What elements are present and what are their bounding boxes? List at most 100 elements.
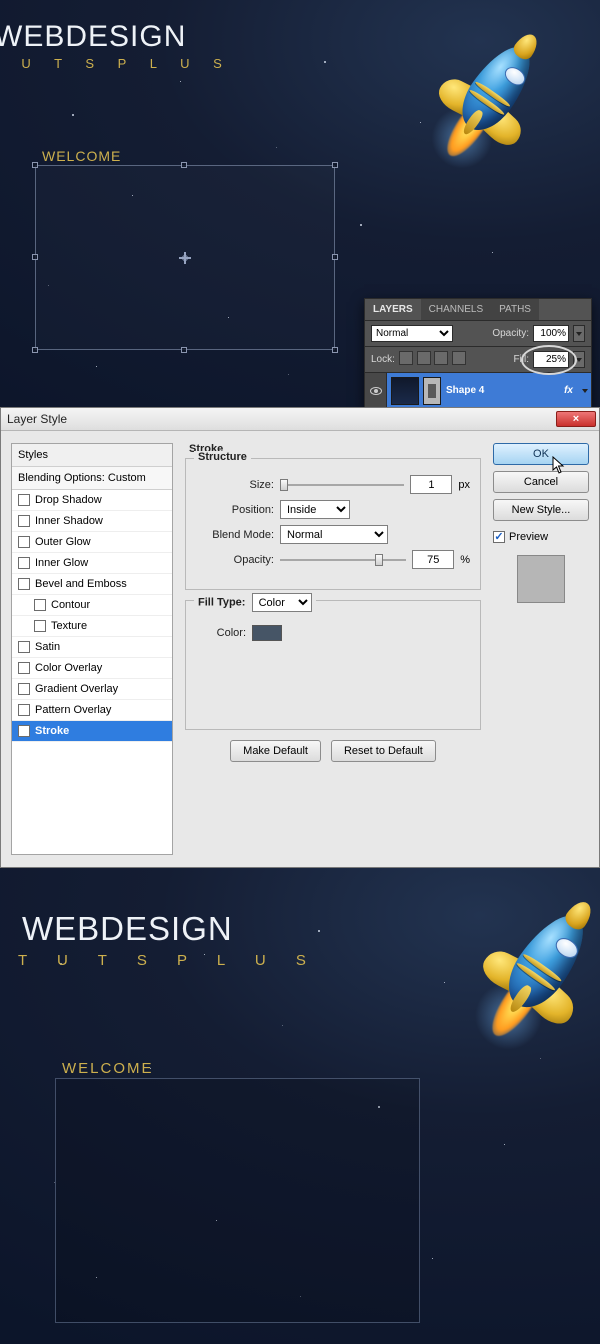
handle-nw[interactable]: [32, 162, 38, 168]
style-drop-shadow[interactable]: Drop Shadow: [12, 490, 172, 511]
welcome-label: WELCOME: [62, 1060, 154, 1077]
tab-layers[interactable]: LAYERS: [365, 299, 421, 320]
canvas-bottom: WEBDESIGN T U T S P L U S WELCOME: [0, 868, 600, 1344]
new-style-button[interactable]: New Style...: [493, 499, 589, 521]
style-gradient-overlay[interactable]: Gradient Overlay: [12, 679, 172, 700]
layer-thumbnail[interactable]: [391, 377, 419, 405]
transform-pivot[interactable]: [179, 252, 191, 264]
handle-e[interactable]: [332, 254, 338, 260]
size-slider[interactable]: [280, 478, 404, 492]
structure-group: Structure Size: px Position: Inside Blen…: [185, 458, 481, 590]
blendmode-select[interactable]: Normal: [280, 525, 388, 544]
style-inner-shadow[interactable]: Inner Shadow: [12, 511, 172, 532]
checkbox-contour[interactable]: [34, 599, 46, 611]
stroke-opacity-input[interactable]: [412, 550, 454, 569]
rocket-illustration: [496, 903, 598, 1019]
stroke-settings: Stroke Structure Size: px Position: Insi…: [185, 443, 481, 855]
opacity-unit: %: [460, 554, 470, 566]
checkbox-inner-glow[interactable]: [18, 557, 30, 569]
style-contour[interactable]: Contour: [12, 595, 172, 616]
logo-subtitle: T U T S P L U S: [0, 56, 232, 71]
style-color-overlay[interactable]: Color Overlay: [12, 658, 172, 679]
style-stroke[interactable]: Stroke: [12, 721, 172, 742]
fx-expand-icon[interactable]: [579, 382, 591, 399]
handle-ne[interactable]: [332, 162, 338, 168]
filltype-select[interactable]: Color: [252, 593, 312, 612]
lock-all-icon[interactable]: [452, 351, 466, 365]
checkbox-stroke[interactable]: [18, 725, 30, 737]
checkbox-satin[interactable]: [18, 641, 30, 653]
stroke-opacity-label: Opacity:: [196, 554, 274, 566]
logo-title: WEBDESIGN: [22, 910, 233, 948]
tab-channels[interactable]: CHANNELS: [421, 299, 491, 320]
checkbox-gradient-overlay[interactable]: [18, 683, 30, 695]
cursor-icon: [552, 456, 566, 474]
preview-checkbox[interactable]: [493, 531, 505, 543]
style-inner-glow[interactable]: Inner Glow: [12, 553, 172, 574]
checkbox-pattern-overlay[interactable]: [18, 704, 30, 716]
lock-label: Lock:: [371, 354, 395, 365]
visibility-toggle[interactable]: [365, 373, 387, 408]
blending-options-header[interactable]: Blending Options: Custom: [12, 467, 172, 490]
filltype-label: Fill Type:: [198, 597, 245, 609]
position-select[interactable]: Inside: [280, 500, 350, 519]
dialog-titlebar[interactable]: Layer Style ×: [1, 408, 599, 431]
opacity-field[interactable]: [533, 325, 569, 342]
checkbox-inner-shadow[interactable]: [18, 515, 30, 527]
size-unit: px: [458, 479, 470, 491]
stroke-color-swatch[interactable]: [252, 625, 282, 641]
lock-transparency-icon[interactable]: [399, 351, 413, 365]
preview-swatch: [517, 555, 565, 603]
checkbox-color-overlay[interactable]: [18, 662, 30, 674]
lock-pixels-icon[interactable]: [417, 351, 431, 365]
opacity-label: Opacity:: [492, 328, 529, 339]
style-bevel-emboss[interactable]: Bevel and Emboss: [12, 574, 172, 595]
checkbox-drop-shadow[interactable]: [18, 494, 30, 506]
structure-legend: Structure: [194, 451, 251, 463]
style-satin[interactable]: Satin: [12, 637, 172, 658]
size-label: Size:: [196, 479, 274, 491]
style-outer-glow[interactable]: Outer Glow: [12, 532, 172, 553]
rocket-illustration: [451, 35, 544, 140]
fill-label: Fill:: [513, 354, 529, 365]
fill-color-label: Color:: [196, 627, 246, 639]
eye-icon: [370, 387, 382, 395]
opacity-flyout[interactable]: [573, 325, 585, 342]
layer-row-shape4[interactable]: Shape 4 fx: [365, 372, 591, 407]
cancel-button[interactable]: Cancel: [493, 471, 589, 493]
vector-mask-thumbnail[interactable]: [423, 377, 441, 405]
fill-flyout[interactable]: [573, 351, 585, 368]
handle-n[interactable]: [181, 162, 187, 168]
fill-field[interactable]: [533, 351, 569, 368]
checkbox-bevel-emboss[interactable]: [18, 578, 30, 590]
make-default-button[interactable]: Make Default: [230, 740, 321, 762]
lock-position-icon[interactable]: [434, 351, 448, 365]
opacity-slider[interactable]: [280, 553, 406, 567]
blend-mode-select[interactable]: Normal: [371, 325, 453, 342]
fx-badge[interactable]: fx: [564, 385, 573, 396]
reset-default-button[interactable]: Reset to Default: [331, 740, 436, 762]
styles-header[interactable]: Styles: [12, 444, 172, 467]
style-pattern-overlay[interactable]: Pattern Overlay: [12, 700, 172, 721]
style-texture[interactable]: Texture: [12, 616, 172, 637]
blendmode-label: Blend Mode:: [196, 529, 274, 541]
close-button[interactable]: ×: [556, 411, 596, 427]
handle-sw[interactable]: [32, 347, 38, 353]
layer-style-dialog: Layer Style × Styles Blending Options: C…: [0, 407, 600, 868]
logo-title: WEBDESIGN: [0, 20, 186, 54]
content-box: [55, 1078, 420, 1323]
ok-button[interactable]: OK: [493, 443, 589, 465]
position-label: Position:: [196, 504, 274, 516]
handle-s[interactable]: [181, 347, 187, 353]
tab-paths[interactable]: PATHS: [491, 299, 539, 320]
handle-se[interactable]: [332, 347, 338, 353]
checkbox-outer-glow[interactable]: [18, 536, 30, 548]
checkbox-texture[interactable]: [34, 620, 46, 632]
logo-subtitle: T U T S P L U S: [18, 952, 319, 969]
handle-w[interactable]: [32, 254, 38, 260]
transform-selection[interactable]: [35, 165, 335, 350]
layer-name: Shape 4: [446, 385, 484, 396]
canvas-top: WEBDESIGN T U T S P L U S WELCOME LAYERS…: [0, 0, 600, 407]
size-input[interactable]: [410, 475, 452, 494]
dialog-action-column: OK Cancel New Style... Preview: [493, 443, 589, 855]
